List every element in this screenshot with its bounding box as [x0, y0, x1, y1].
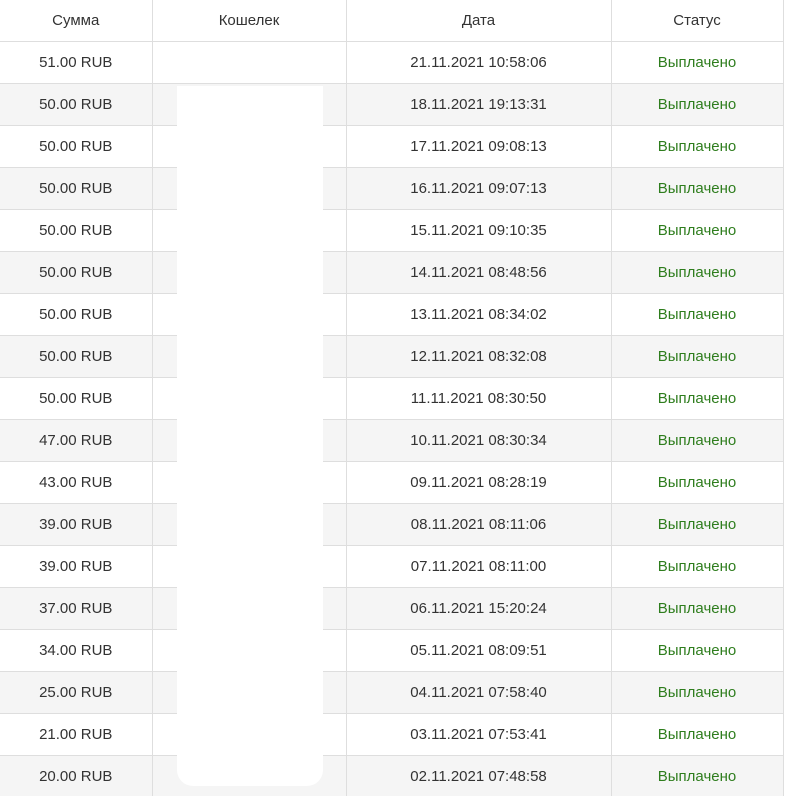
payouts-table-body: 51.00 RUB 21.11.2021 10:58:06 Выплачено 50.…	[0, 41, 784, 798]
status-cell: Выплачено	[611, 377, 784, 420]
amount-cell: 37.00 RUB	[0, 587, 153, 630]
date-cell: 05.11.2021 08:09:51	[346, 629, 612, 672]
date-cell: 13.11.2021 08:34:02	[346, 293, 612, 336]
amount-cell: 39.00 RUB	[0, 503, 153, 546]
date-cell: 06.11.2021 15:20:24	[346, 587, 612, 630]
status-cell: Выплачено	[611, 671, 784, 714]
table-row: 50.00 RUB 14.11.2021 08:48:56 Выплачено	[0, 251, 784, 294]
status-cell: Выплачено	[611, 125, 784, 168]
date-cell: 15.11.2021 09:10:35	[346, 209, 612, 252]
date-cell: 12.11.2021 08:32:08	[346, 335, 612, 378]
status-cell: Выплачено	[611, 713, 784, 756]
date-cell: 09.11.2021 08:28:19	[346, 461, 612, 504]
table-row: 21.00 RUB 03.11.2021 07:53:41 Выплачено	[0, 713, 784, 756]
amount-cell: 50.00 RUB	[0, 83, 153, 126]
table-row: 50.00 RUB 17.11.2021 09:08:13 Выплачено	[0, 125, 784, 168]
payouts-table: Сумма Кошелек Дата Статус 51.00 RUB 21.11…	[0, 0, 784, 798]
column-header-wallet[interactable]: Кошелек	[152, 0, 347, 42]
amount-cell: 47.00 RUB	[0, 419, 153, 462]
status-cell: Выплачено	[611, 545, 784, 588]
date-cell: 10.11.2021 08:30:34	[346, 419, 612, 462]
status-cell: Выплачено	[611, 419, 784, 462]
status-cell: Выплачено	[611, 461, 784, 504]
amount-cell: 21.00 RUB	[0, 713, 153, 756]
status-cell: Выплачено	[611, 251, 784, 294]
status-cell: Выплачено	[611, 335, 784, 378]
table-row: 34.00 RUB 05.11.2021 08:09:51 Выплачено	[0, 629, 784, 672]
table-row: 39.00 RUB 08.11.2021 08:11:06 Выплачено	[0, 503, 784, 546]
amount-cell: 51.00 RUB	[0, 41, 153, 84]
date-cell: 16.11.2021 09:07:13	[346, 167, 612, 210]
amount-cell: 25.00 RUB	[0, 671, 153, 714]
table-row: 20.00 RUB 02.11.2021 07:48:58 Выплачено	[0, 755, 784, 798]
status-cell: Выплачено	[611, 587, 784, 630]
table-row: 50.00 RUB 16.11.2021 09:07:13 Выплачено	[0, 167, 784, 210]
column-header-amount[interactable]: Сумма	[0, 0, 153, 42]
status-cell: Выплачено	[611, 629, 784, 672]
table-row: 47.00 RUB 10.11.2021 08:30:34 Выплачено	[0, 419, 784, 462]
status-cell: Выплачено	[611, 755, 784, 798]
date-cell: 03.11.2021 07:53:41	[346, 713, 612, 756]
column-header-date[interactable]: Дата	[346, 0, 612, 42]
amount-cell: 50.00 RUB	[0, 209, 153, 252]
status-cell: Выплачено	[611, 41, 784, 84]
amount-cell: 50.00 RUB	[0, 377, 153, 420]
bottom-edge	[0, 796, 786, 800]
table-row: 51.00 RUB 21.11.2021 10:58:06 Выплачено	[0, 41, 784, 84]
status-cell: Выплачено	[611, 83, 784, 126]
payouts-table-header: Сумма Кошелек Дата Статус	[0, 0, 784, 42]
table-row: 50.00 RUB 13.11.2021 08:34:02 Выплачено	[0, 293, 784, 336]
column-header-status[interactable]: Статус	[611, 0, 784, 42]
status-cell: Выплачено	[611, 293, 784, 336]
table-row: 25.00 RUB 04.11.2021 07:58:40 Выплачено	[0, 671, 784, 714]
amount-cell: 39.00 RUB	[0, 545, 153, 588]
table-row: 50.00 RUB 11.11.2021 08:30:50 Выплачено	[0, 377, 784, 420]
amount-cell: 43.00 RUB	[0, 461, 153, 504]
date-cell: 02.11.2021 07:48:58	[346, 755, 612, 798]
wallet-redaction-overlay	[177, 86, 323, 786]
table-row: 50.00 RUB 15.11.2021 09:10:35 Выплачено	[0, 209, 784, 252]
date-cell: 07.11.2021 08:11:00	[346, 545, 612, 588]
table-row: 39.00 RUB 07.11.2021 08:11:00 Выплачено	[0, 545, 784, 588]
date-cell: 18.11.2021 19:13:31	[346, 83, 612, 126]
amount-cell: 20.00 RUB	[0, 755, 153, 798]
table-row: 43.00 RUB 09.11.2021 08:28:19 Выплачено	[0, 461, 784, 504]
date-cell: 17.11.2021 09:08:13	[346, 125, 612, 168]
table-row: 37.00 RUB 06.11.2021 15:20:24 Выплачено	[0, 587, 784, 630]
status-cell: Выплачено	[611, 167, 784, 210]
date-cell: 21.11.2021 10:58:06	[346, 41, 612, 84]
date-cell: 14.11.2021 08:48:56	[346, 251, 612, 294]
status-cell: Выплачено	[611, 209, 784, 252]
header-row: Сумма Кошелек Дата Статус	[0, 0, 784, 42]
date-cell: 08.11.2021 08:11:06	[346, 503, 612, 546]
status-cell: Выплачено	[611, 503, 784, 546]
amount-cell: 50.00 RUB	[0, 125, 153, 168]
amount-cell: 50.00 RUB	[0, 167, 153, 210]
amount-cell: 34.00 RUB	[0, 629, 153, 672]
amount-cell: 50.00 RUB	[0, 293, 153, 336]
amount-cell: 50.00 RUB	[0, 335, 153, 378]
date-cell: 04.11.2021 07:58:40	[346, 671, 612, 714]
table-row: 50.00 RUB 18.11.2021 19:13:31 Выплачено	[0, 83, 784, 126]
wallet-cell	[152, 41, 347, 84]
table-row: 50.00 RUB 12.11.2021 08:32:08 Выплачено	[0, 335, 784, 378]
amount-cell: 50.00 RUB	[0, 251, 153, 294]
date-cell: 11.11.2021 08:30:50	[346, 377, 612, 420]
